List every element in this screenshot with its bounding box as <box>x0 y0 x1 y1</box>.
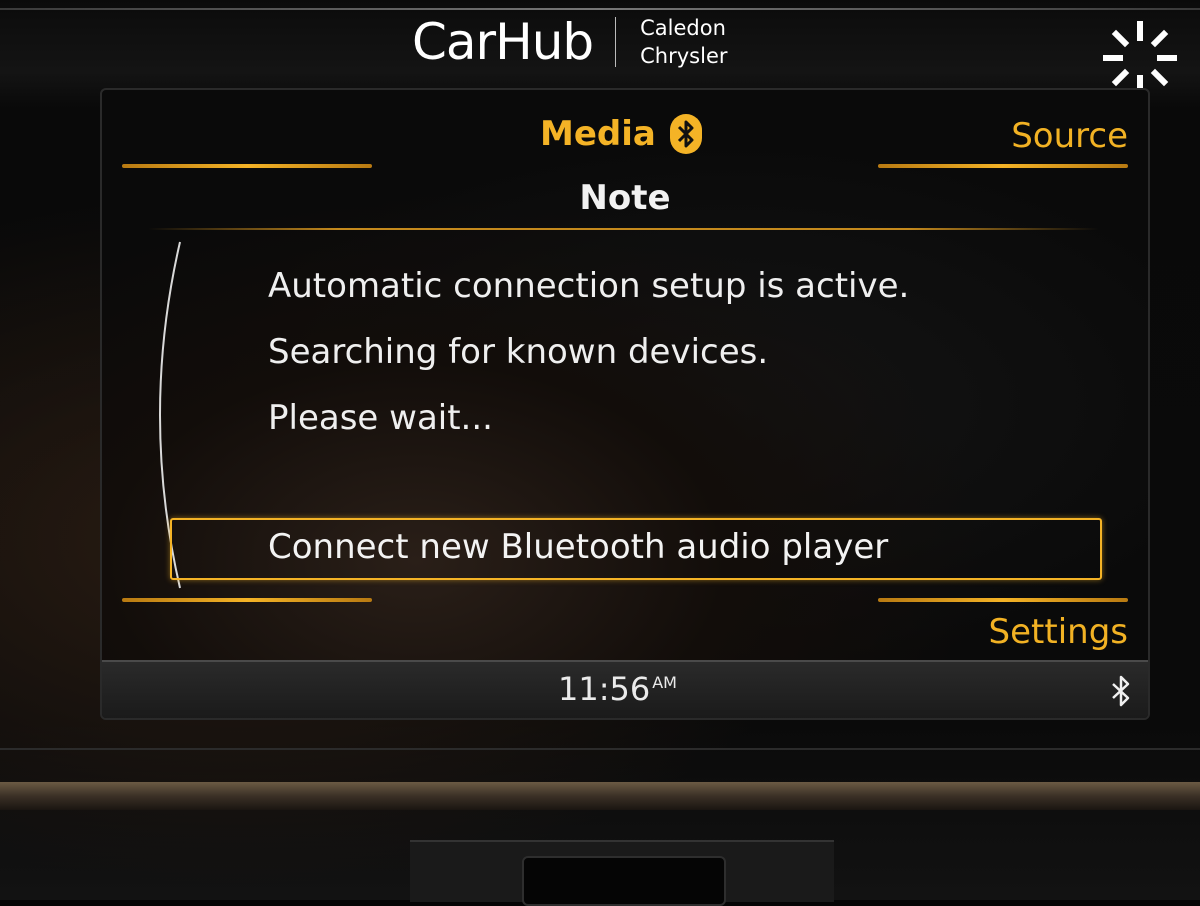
spinner-icon <box>1103 21 1177 95</box>
bezel-bottom-line <box>0 748 1200 750</box>
dashboard-vent <box>410 840 834 906</box>
clock: 11:56 AM <box>558 670 677 708</box>
bluetooth-icon <box>669 114 702 154</box>
car-infotainment-photo: CarHub Caledon Chrysler Media Source Not… <box>0 0 1200 906</box>
tab-media-label: Media <box>540 114 656 154</box>
dialog-title: Note <box>579 178 671 218</box>
dealer-line-2: Chrysler <box>640 44 728 68</box>
dealer-name: Caledon Chrysler <box>640 14 727 70</box>
connect-new-bluetooth-button[interactable]: Connect new Bluetooth audio player <box>170 518 1102 580</box>
connect-new-bluetooth-label: Connect new Bluetooth audio player <box>268 527 889 567</box>
dealer-line-1: Caledon <box>640 16 726 40</box>
footer-rule-right <box>878 598 1128 602</box>
tab-source[interactable]: Source <box>1011 116 1128 156</box>
dashboard-trim <box>0 782 1200 810</box>
message-line-3: Please wait... <box>268 398 493 438</box>
carhub-logo: CarHub <box>412 13 594 71</box>
tab-media[interactable]: Media <box>540 114 702 154</box>
bezel-top-line <box>0 8 1200 10</box>
status-bar: 11:56 AM <box>102 660 1148 718</box>
clock-ampm: AM <box>652 673 677 693</box>
header-rule-left <box>122 164 372 168</box>
title-divider <box>148 228 1098 230</box>
infotainment-screen: Media Source Note Automatic connection s… <box>100 88 1150 720</box>
footer-rule-left <box>122 598 372 602</box>
message-line-1: Automatic connection setup is active. <box>268 266 910 306</box>
header-rule-right <box>878 164 1128 168</box>
brand-divider <box>615 17 617 67</box>
tab-settings[interactable]: Settings <box>989 612 1128 652</box>
clock-time: 11:56 <box>558 670 651 708</box>
vent-slot <box>522 856 726 906</box>
brand-watermark: CarHub Caledon Chrysler <box>412 14 728 70</box>
message-line-2: Searching for known devices. <box>268 332 769 372</box>
bluetooth-icon <box>1112 675 1130 707</box>
